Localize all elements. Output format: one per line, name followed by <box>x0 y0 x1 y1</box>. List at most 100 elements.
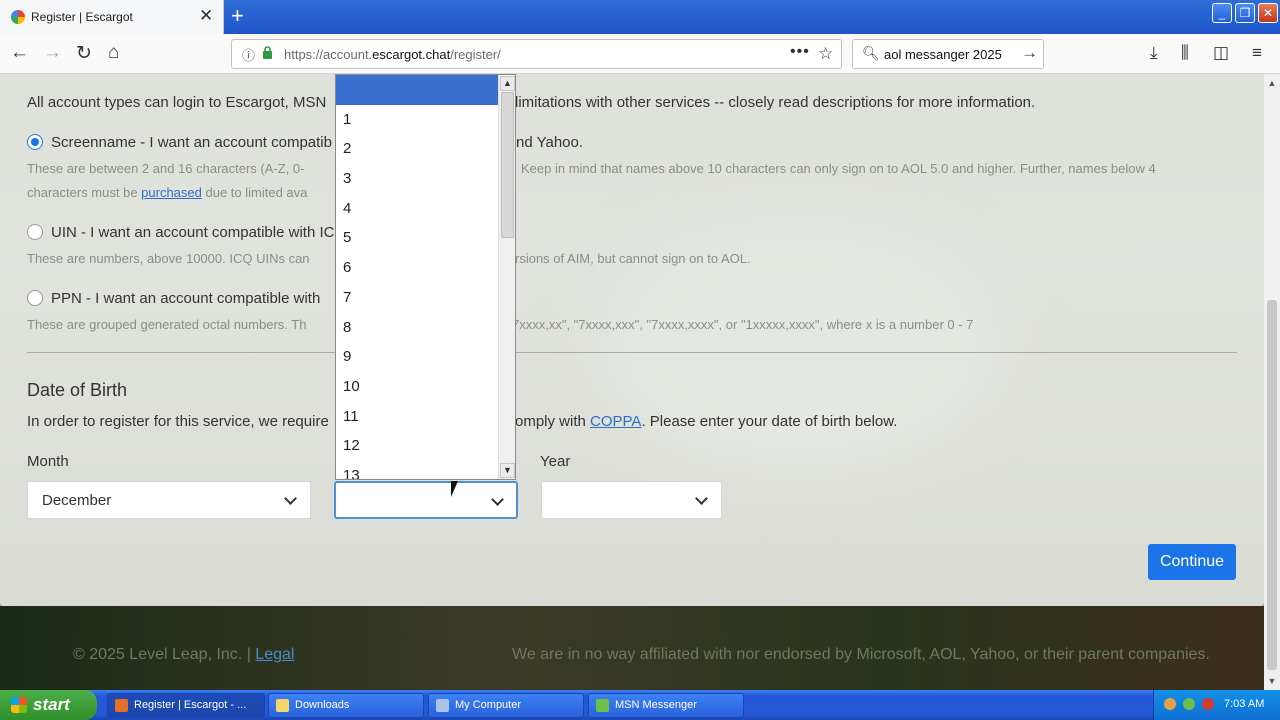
msn-icon <box>596 699 609 712</box>
day-option[interactable]: 3 <box>336 164 515 194</box>
chevron-down-icon <box>491 493 504 506</box>
minimize-button[interactable]: _ <box>1212 3 1232 23</box>
scroll-down-icon[interactable]: ▼ <box>1266 676 1278 686</box>
scroll-down-icon[interactable]: ▼ <box>500 463 515 478</box>
close-tab-icon[interactable]: ✕ <box>199 6 213 26</box>
system-tray: 7:03 AM <box>1153 690 1280 720</box>
day-option[interactable]: 9 <box>336 342 515 372</box>
month-select[interactable]: December <box>27 481 311 519</box>
screenname-label-continued: nd Yahoo. <box>516 134 584 151</box>
day-option[interactable]: 7 <box>336 283 515 313</box>
day-option[interactable]: 10 <box>336 372 515 402</box>
screenname-description-continued: Keep in mind that names above 10 charact… <box>521 161 1156 176</box>
chevron-down-icon <box>284 492 297 505</box>
menu-icon[interactable]: ≡ <box>1252 43 1262 63</box>
intro-text-continued: limitations with other services -- close… <box>515 94 1036 111</box>
day-select[interactable] <box>334 481 518 519</box>
ppn-label: PPN - I want an account compatible with <box>51 290 321 307</box>
ppn-description: These are grouped generated octal number… <box>27 317 307 332</box>
uin-radio[interactable] <box>27 224 43 240</box>
day-dropdown-list[interactable]: 1 2 3 4 5 6 7 8 9 10 11 12 13 ▲ ▼ <box>335 74 516 480</box>
bookmark-star-icon[interactable]: ☆ <box>818 44 833 64</box>
search-go-arrow-icon[interactable]: → <box>1021 43 1038 63</box>
maximize-button[interactable]: ❐ <box>1235 3 1255 23</box>
dropdown-scrollbar[interactable]: ▲ ▼ <box>498 75 515 479</box>
tray-security-icon[interactable] <box>1202 698 1214 710</box>
tray-msn-icon[interactable] <box>1164 698 1176 710</box>
coppa-link[interactable]: COPPA <box>590 413 641 430</box>
uin-label: UIN - I want an account compatible with … <box>51 224 335 241</box>
reload-icon[interactable]: ↻ <box>76 42 92 65</box>
search-bar[interactable]: 🔍︎ aol messanger 2025 → <box>852 39 1044 69</box>
info-icon[interactable]: ⓘ <box>242 45 255 64</box>
back-icon[interactable]: ← <box>10 42 29 64</box>
day-option[interactable] <box>336 75 515 105</box>
screenname-label: Screenname - I want an account compatib <box>51 134 332 151</box>
page-scroll-thumb[interactable] <box>1267 300 1277 670</box>
day-option[interactable]: 6 <box>336 253 515 283</box>
computer-icon <box>436 699 449 712</box>
download-icon[interactable]: ⤓ <box>1150 43 1158 63</box>
taskbar-item-my-computer[interactable]: My Computer <box>428 693 584 718</box>
screenname-radio[interactable] <box>27 134 43 150</box>
taskbar-item-firefox[interactable]: Register | Escargot - ... <box>107 693 265 718</box>
scroll-up-icon[interactable]: ▲ <box>1266 78 1278 88</box>
start-button[interactable]: start <box>0 690 97 720</box>
chevron-down-icon <box>695 492 708 505</box>
library-icon[interactable]: ⫼ <box>1181 43 1189 63</box>
purchased-link[interactable]: purchased <box>141 185 202 200</box>
browser-titlebar: Register | Escargot ✕ + _ ❐ ✕ <box>0 0 1280 34</box>
escargot-favicon-icon <box>11 10 25 24</box>
lock-icon <box>263 46 272 59</box>
footer: © 2025 Level Leap, Inc. | Legal We are i… <box>0 606 1264 690</box>
scroll-up-icon[interactable]: ▲ <box>500 76 515 91</box>
dropdown-scroll-thumb[interactable] <box>501 92 514 238</box>
month-select-value: December <box>42 492 112 509</box>
windows-logo-icon <box>11 697 27 713</box>
screenname-description: These are between 2 and 16 characters (A… <box>27 161 305 176</box>
tray-messenger-icon[interactable] <box>1183 698 1195 710</box>
screenname-description-line2: characters must be purchased due to limi… <box>27 185 308 200</box>
forward-icon[interactable]: → <box>43 42 62 64</box>
page-viewport: All account types can login to Escargot,… <box>0 74 1264 690</box>
date-of-birth-heading: Date of Birth <box>27 380 128 400</box>
year-select[interactable] <box>541 481 722 519</box>
browser-navbar: ← → ↻ ⌂ ⓘ https://account.escargot.chat/… <box>0 34 1280 74</box>
year-label: Year <box>540 453 571 470</box>
browser-tab[interactable]: Register | Escargot ✕ <box>0 0 224 34</box>
folder-icon <box>276 699 289 712</box>
taskbar-item-downloads[interactable]: Downloads <box>268 693 424 718</box>
url-bar[interactable]: ⓘ https://account.escargot.chat/register… <box>231 39 842 69</box>
intro-text: All account types can login to Escargot,… <box>27 94 327 111</box>
sidebar-icon[interactable]: ◫ <box>1213 43 1229 63</box>
day-options: 1 2 3 4 5 6 7 8 9 10 11 12 13 <box>336 75 515 479</box>
page-actions-icon[interactable]: ••• <box>790 43 810 61</box>
day-option[interactable]: 12 <box>336 431 515 461</box>
clock: 7:03 AM <box>1224 698 1265 710</box>
home-icon[interactable]: ⌂ <box>108 42 119 64</box>
taskbar-item-msn-messenger[interactable]: MSN Messenger <box>588 693 744 718</box>
search-input[interactable]: aol messanger 2025 <box>884 47 1002 62</box>
ppn-radio[interactable] <box>27 290 43 306</box>
footer-disclaimer: We are in no way affiliated with nor end… <box>512 646 1210 663</box>
firefox-icon <box>115 699 128 712</box>
page-scrollbar[interactable]: ▲ ▼ <box>1264 74 1280 690</box>
new-tab-icon[interactable]: + <box>231 3 244 29</box>
day-option[interactable]: 1 <box>336 105 515 135</box>
day-option[interactable]: 4 <box>336 194 515 224</box>
day-option[interactable]: 5 <box>336 223 515 253</box>
url-text: https://account.escargot.chat/register/ <box>284 47 501 62</box>
uin-description-continued: rsions of AIM, but cannot sign on to AOL… <box>515 251 751 266</box>
continue-button[interactable]: Continue <box>1148 544 1236 580</box>
footer-copyright: © 2025 Level Leap, Inc. | Legal <box>73 646 295 663</box>
dob-instructions-continued: omply with COPPA. Please enter your date… <box>515 413 898 430</box>
day-option[interactable]: 8 <box>336 313 515 343</box>
dob-instructions: In order to register for this service, w… <box>27 413 329 430</box>
day-option[interactable]: 11 <box>336 402 515 432</box>
mouse-cursor-icon <box>451 481 458 497</box>
day-option[interactable]: 13 <box>336 461 515 479</box>
day-option[interactable]: 2 <box>336 134 515 164</box>
legal-link[interactable]: Legal <box>255 646 294 663</box>
month-label: Month <box>27 453 69 470</box>
close-window-button[interactable]: ✕ <box>1258 3 1278 23</box>
